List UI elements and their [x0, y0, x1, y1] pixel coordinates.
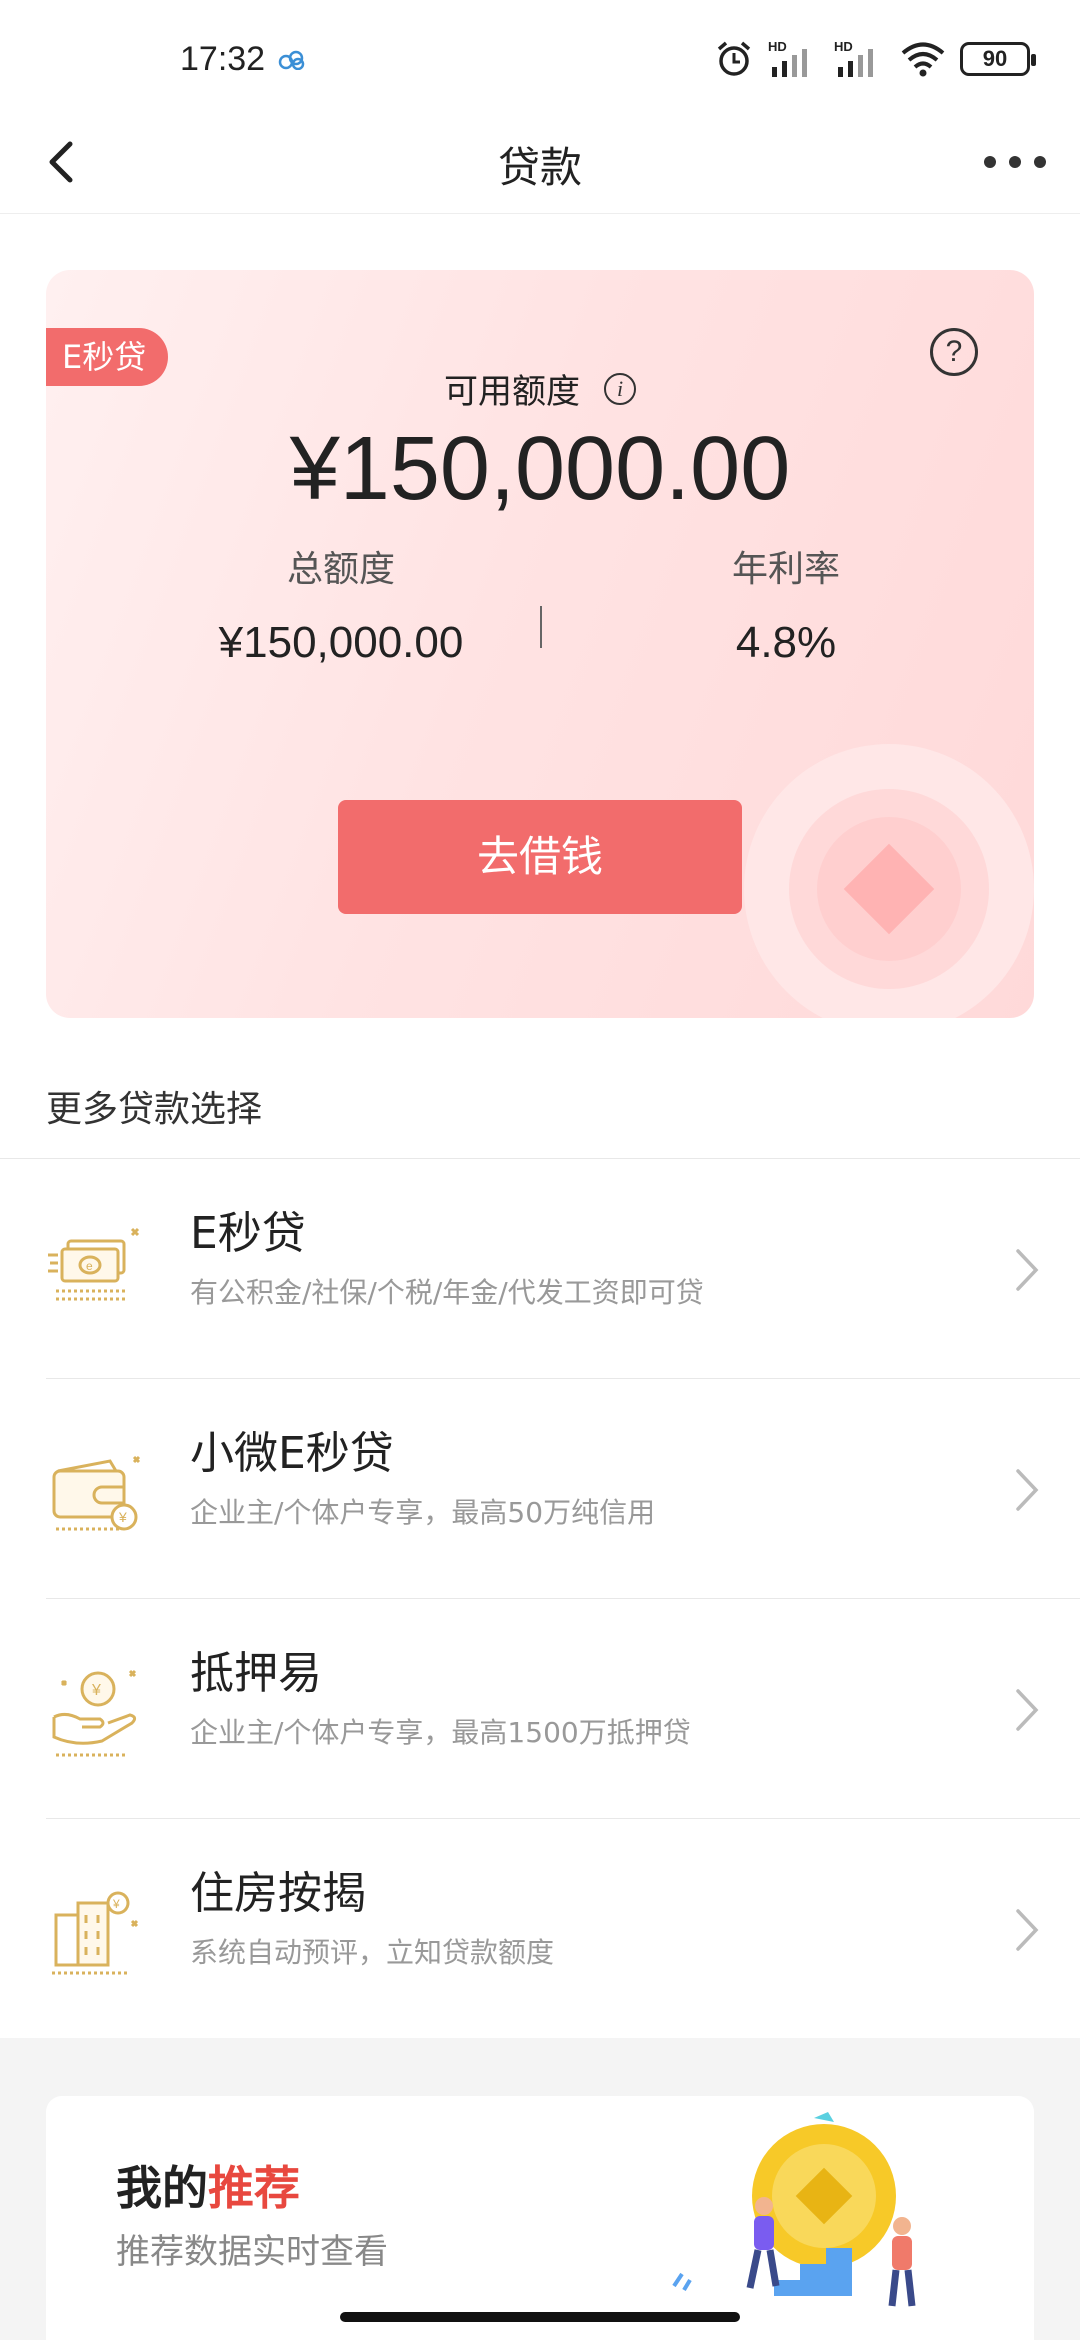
recommend-title-prefix: 我的: [116, 2161, 208, 2215]
chevron-right-icon: [1016, 1689, 1039, 1731]
loan-list: e E秒贷 有公积金/社保/个税/年金/代发工资即可贷 ¥ 小微E秒贷 企业主/…: [0, 1159, 1080, 2039]
hand-coin-icon: ¥: [52, 1669, 137, 1757]
loan-item-name: E秒贷: [190, 1208, 306, 1259]
signal-hd-icon: HD: [768, 39, 807, 77]
coin-decoration-icon: [744, 744, 1034, 1018]
loan-item-zhufang-anjie[interactable]: ¥ 住房按揭 系统自动预评，立知贷款额度: [0, 1819, 1080, 2039]
stat-divider: [540, 606, 542, 648]
annual-rate-value: 4.8%: [735, 618, 837, 667]
bottom-area: 我的推荐 推荐数据实时查看: [0, 2038, 1080, 2340]
battery-level: 90: [982, 46, 1008, 71]
loan-item-desc: 企业主/个体户专享，最高1500万抵押贷: [190, 1716, 691, 1749]
loan-item-e-miao-dai[interactable]: e E秒贷 有公积金/社保/个税/年金/代发工资即可贷: [0, 1159, 1080, 1379]
cash-stack-icon: e: [48, 1227, 140, 1301]
svg-text:HD: HD: [834, 39, 853, 54]
battery-icon: 90: [960, 42, 1036, 76]
nav-bar: 贷款: [0, 112, 1080, 214]
svg-text:HD: HD: [768, 39, 787, 54]
loan-item-name: 抵押易: [190, 1648, 322, 1699]
status-bar: 17:32 HD HD 90: [0, 0, 1080, 120]
chevron-right-icon: [1016, 1469, 1039, 1511]
more-icon[interactable]: [984, 148, 1046, 176]
svg-text:¥: ¥: [112, 1897, 120, 1911]
recommend-subtitle: 推荐数据实时查看: [116, 2232, 388, 2272]
total-limit: 总额度 ¥150,000.00: [141, 540, 541, 668]
loan-item-desc: 系统自动预评，立知贷款额度: [190, 1936, 555, 1969]
loan-card: E秒贷 ? 可用额度 i ¥150,000.00 总额度 ¥150,000.00…: [46, 270, 1034, 1018]
annual-rate-label: 年利率: [731, 549, 840, 590]
annual-rate: 年利率 4.8%: [586, 540, 986, 668]
coin-people-illustration-icon: [672, 2112, 916, 2307]
status-time: 17:32: [180, 40, 266, 78]
wallet-icon: ¥: [52, 1455, 141, 1531]
recommend-title: 我的推荐: [116, 2152, 300, 2218]
building-icon: ¥: [52, 1891, 139, 1975]
cloud-icon: [278, 50, 305, 70]
total-limit-label: 总额度: [286, 549, 395, 590]
home-indicator[interactable]: [340, 2312, 740, 2322]
section-title: 更多贷款选择: [46, 1089, 263, 1130]
info-icon[interactable]: i: [604, 372, 636, 405]
loan-item-desc: 企业主/个体户专享，最高50万纯信用: [190, 1496, 656, 1529]
svg-text:¥: ¥: [118, 1509, 127, 1525]
loan-item-diya-yi[interactable]: ¥ 抵押易 企业主/个体户专享，最高1500万抵押贷: [0, 1599, 1080, 1819]
recommend-card[interactable]: 我的推荐 推荐数据实时查看: [46, 2096, 1034, 2340]
loan-item-name: 住房按揭: [190, 1868, 366, 1919]
chevron-right-icon: [1016, 1249, 1039, 1291]
chevron-right-icon: [1016, 1909, 1039, 1951]
loan-item-xiaowei-e-miao-dai[interactable]: ¥ 小微E秒贷 企业主/个体户专享，最高50万纯信用: [0, 1379, 1080, 1599]
available-limit-label: 可用额度: [444, 372, 580, 412]
loan-item-name: 小微E秒贷: [190, 1428, 394, 1479]
alarm-icon: [717, 41, 751, 76]
recommend-title-accent: 推荐: [208, 2161, 300, 2215]
svg-text:¥: ¥: [91, 1682, 101, 1699]
page-title: 贷款: [497, 143, 582, 192]
svg-text:e: e: [86, 1259, 93, 1273]
total-limit-value: ¥150,000.00: [218, 618, 464, 667]
loan-item-desc: 有公积金/社保/个税/年金/代发工资即可贷: [190, 1276, 704, 1309]
available-limit-amount: ¥150,000.00: [289, 419, 791, 519]
wifi-icon: [901, 42, 945, 77]
signal-hd-icon: HD: [834, 39, 873, 77]
borrow-button[interactable]: 去借钱: [338, 800, 742, 914]
